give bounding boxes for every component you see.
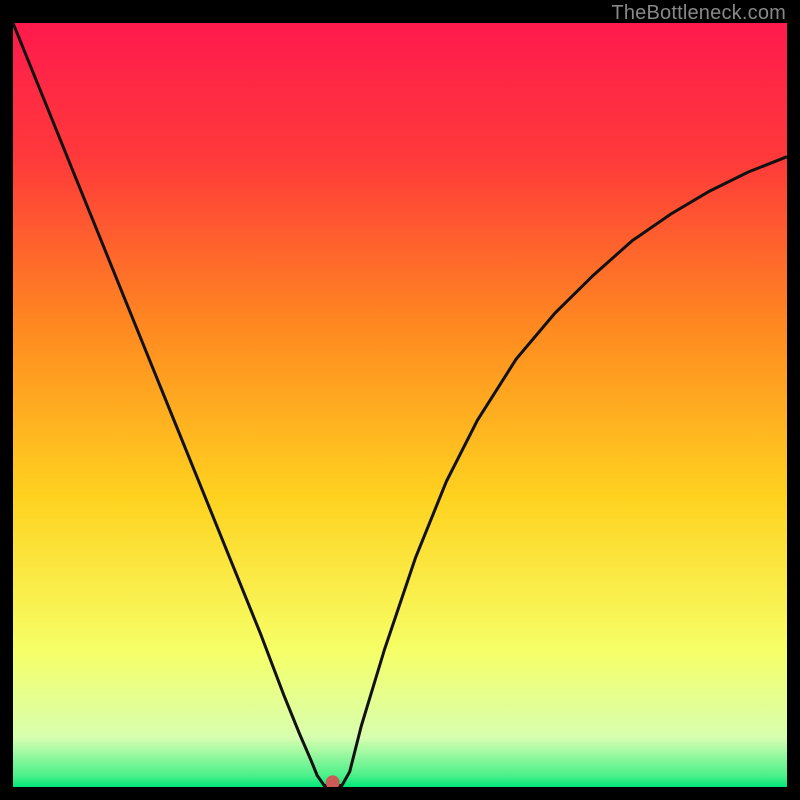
bottleneck-curve xyxy=(13,23,787,786)
curve-layer xyxy=(13,23,787,787)
current-point-marker xyxy=(326,775,340,787)
watermark-text: TheBottleneck.com xyxy=(611,2,786,25)
plot-area xyxy=(13,23,787,787)
